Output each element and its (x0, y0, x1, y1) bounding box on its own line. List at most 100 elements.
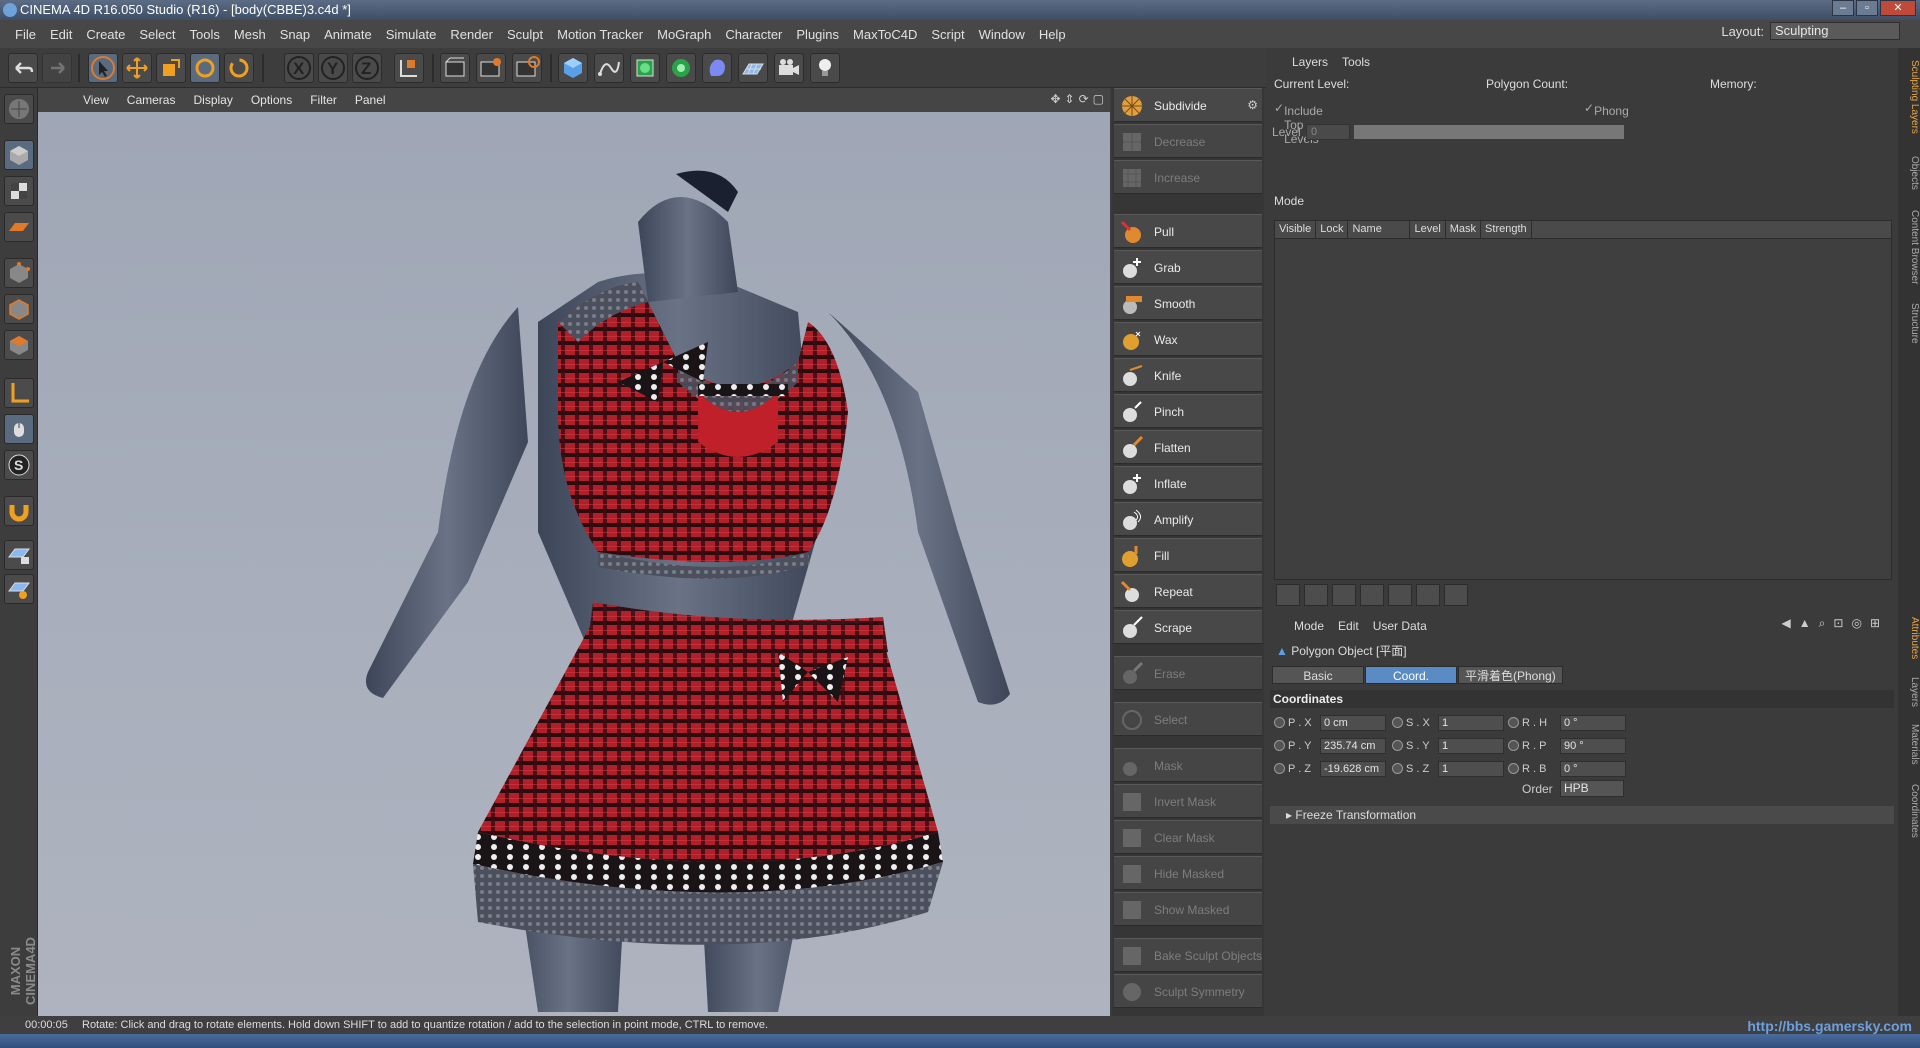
menu-simulate[interactable]: Simulate (379, 27, 444, 42)
deformer-icon[interactable] (702, 53, 732, 83)
viewport-menu-display[interactable]: Display (184, 93, 241, 107)
polygons-mode-icon[interactable] (4, 330, 34, 360)
menu-help[interactable]: Help (1032, 27, 1073, 42)
cloner-icon[interactable] (666, 53, 696, 83)
side-tab-structure[interactable]: Structure (1898, 298, 1920, 348)
menu-snap[interactable]: Snap (273, 27, 317, 42)
show-masked-button[interactable]: Show Masked (1114, 892, 1262, 926)
camera-icon[interactable] (774, 53, 804, 83)
tab-coord[interactable]: Coord. (1365, 666, 1457, 684)
recent-tool-icon[interactable] (224, 53, 254, 83)
menu-maxtoc4d[interactable]: MaxToC4D (846, 27, 924, 42)
bake-sculpt-objects-button[interactable]: Bake Sculpt Objects (1114, 938, 1262, 972)
tab-basic[interactable]: Basic (1272, 666, 1364, 684)
magnet-icon[interactable] (4, 496, 34, 526)
scale-icon[interactable] (156, 53, 186, 83)
viewport-menu-cameras[interactable]: Cameras (118, 93, 185, 107)
viewport-menu-options[interactable]: Options (242, 93, 301, 107)
rb-keyframe-radio[interactable] (1508, 763, 1519, 774)
smooth-brush-button[interactable]: Smooth (1114, 286, 1262, 320)
rotate-icon[interactable] (190, 53, 220, 83)
erase-button[interactable]: Erase (1114, 656, 1262, 690)
viewport-menu-view[interactable]: View (74, 93, 118, 107)
tab-phong[interactable]: 平滑着色(Phong) (1458, 666, 1563, 684)
render-view-icon[interactable] (440, 53, 470, 83)
phong-checkbox[interactable]: ✓ Phong (1584, 101, 1629, 118)
add-folder-icon[interactable] (1304, 584, 1328, 606)
x-axis-icon[interactable]: X (284, 53, 314, 83)
side-tab-attributes[interactable]: Attributes (1898, 608, 1920, 668)
column-lock[interactable]: Lock (1316, 221, 1349, 238)
undo-icon[interactable] (8, 53, 38, 83)
pz-keyframe-radio[interactable] (1274, 763, 1285, 774)
freeze-transformation-section[interactable]: ▸ Freeze Transformation (1270, 806, 1894, 824)
wax-brush-button[interactable]: Wax (1114, 322, 1262, 356)
column-visible[interactable]: Visible (1275, 221, 1317, 238)
sx-keyframe-radio[interactable] (1392, 717, 1403, 728)
planar-workplane-icon[interactable] (4, 574, 34, 604)
sz-keyframe-radio[interactable] (1392, 763, 1403, 774)
edges-mode-icon[interactable] (4, 294, 34, 324)
select-button[interactable]: Select (1114, 702, 1262, 736)
rh-keyframe-radio[interactable] (1508, 717, 1519, 728)
make-editable-icon[interactable] (4, 94, 34, 124)
z-axis-icon[interactable]: Z (352, 53, 382, 83)
level-slider[interactable] (1354, 125, 1624, 139)
y-axis-icon[interactable]: Y (318, 53, 348, 83)
maximize-button[interactable]: ▫ (1856, 0, 1878, 16)
flatten-brush-button[interactable]: Flatten (1114, 430, 1262, 464)
side-tab-sculpting-layers[interactable]: Sculpting Layers (1898, 52, 1920, 142)
side-tab-layers[interactable]: Layers (1898, 672, 1920, 712)
menu-file[interactable]: File (8, 27, 43, 42)
sy-field[interactable]: 1 (1438, 738, 1504, 754)
layout-dropdown[interactable]: Sculpting (1770, 22, 1900, 40)
menu-tools[interactable]: Tools (183, 27, 227, 42)
menu-mesh[interactable]: Mesh (227, 27, 273, 42)
py-field[interactable]: 235.74 cm (1320, 738, 1386, 754)
rh-field[interactable]: 0 ° (1560, 715, 1626, 731)
increase-button[interactable]: Increase (1114, 160, 1262, 194)
pull-brush-button[interactable]: Pull (1114, 214, 1262, 248)
axis-mode-icon[interactable] (4, 378, 34, 408)
menu-select[interactable]: Select (132, 27, 182, 42)
points-mode-icon[interactable] (4, 258, 34, 288)
menu-motion-tracker[interactable]: Motion Tracker (550, 27, 650, 42)
minimize-button[interactable]: – (1832, 0, 1854, 16)
clear-layer-icon[interactable] (1444, 584, 1468, 606)
add-layer-icon[interactable] (1276, 584, 1300, 606)
scrape-brush-button[interactable]: Scrape (1114, 610, 1262, 644)
order-dropdown[interactable]: HPB (1560, 780, 1624, 797)
sy-keyframe-radio[interactable] (1392, 740, 1403, 751)
repeat-brush-button[interactable]: Repeat (1114, 574, 1262, 608)
side-tab-materials[interactable]: Materials (1898, 716, 1920, 772)
light-icon[interactable] (810, 53, 840, 83)
menu-edit[interactable]: Edit (43, 27, 79, 42)
column-name[interactable]: Name (1348, 221, 1411, 238)
subdivision-surface-icon[interactable] (630, 53, 660, 83)
layers-menu[interactable]: Layers (1292, 55, 1328, 69)
knife-brush-button[interactable]: Knife (1114, 358, 1262, 392)
copy-layer-icon[interactable] (1388, 584, 1412, 606)
amplify-brush-button[interactable]: Amplify (1114, 502, 1262, 536)
snap-icon[interactable]: S (4, 450, 34, 480)
tools-menu[interactable]: Tools (1342, 55, 1370, 69)
floor-icon[interactable] (738, 53, 768, 83)
sz-field[interactable]: 1 (1438, 761, 1504, 777)
select-arrow-icon[interactable] (88, 53, 118, 83)
menu-animate[interactable]: Animate (317, 27, 379, 42)
column-level[interactable]: Level (1410, 221, 1446, 238)
move-icon[interactable] (122, 53, 152, 83)
px-field[interactable]: 0 cm (1320, 715, 1386, 731)
cube-icon[interactable] (558, 53, 588, 83)
texture-mode-icon[interactable] (4, 176, 34, 206)
inflate-brush-button[interactable]: Inflate (1114, 466, 1262, 500)
viewport-rotate-icon[interactable]: ⟳ (1079, 92, 1089, 106)
menu-sculpt[interactable]: Sculpt (500, 27, 550, 42)
target-icon[interactable]: ◎ (1851, 616, 1861, 631)
settings-gear-icon[interactable]: ⚙ (1247, 98, 1258, 112)
delete-layer-icon[interactable] (1332, 584, 1356, 606)
lock-icon[interactable]: ⊡ (1833, 616, 1843, 631)
menu-script[interactable]: Script (924, 27, 971, 42)
rb-field[interactable]: 0 ° (1560, 761, 1626, 777)
column-strength[interactable]: Strength (1481, 221, 1532, 238)
